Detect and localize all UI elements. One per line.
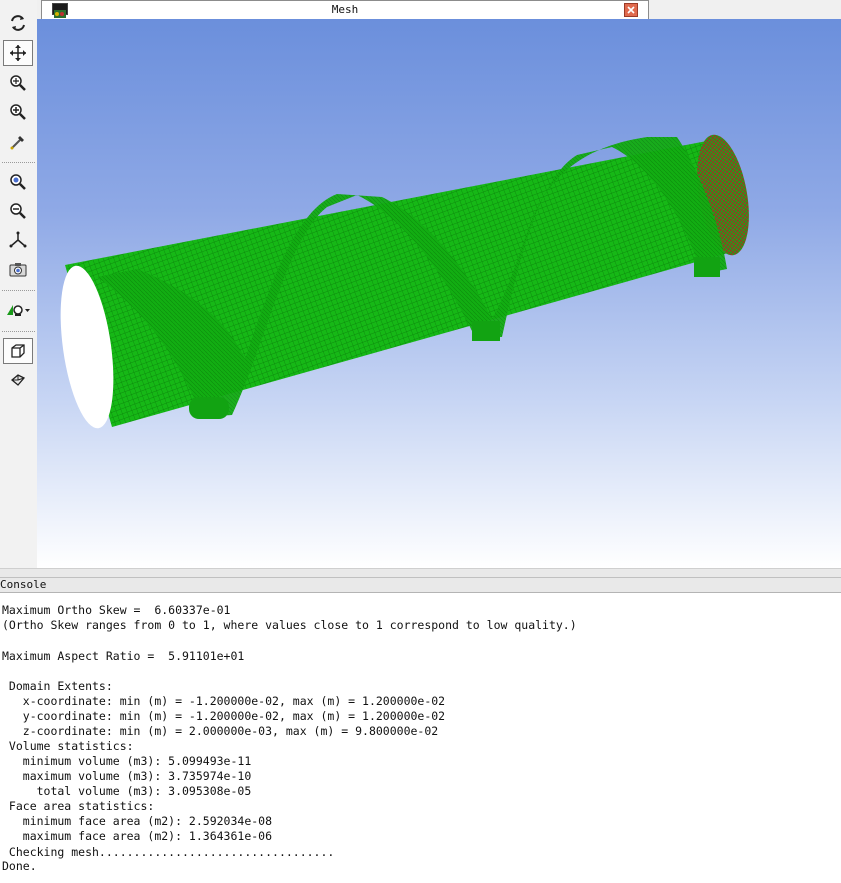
toolbar-separator: [2, 290, 35, 291]
zoom-to-area-icon: [10, 104, 26, 120]
helix-band-foot: [189, 397, 229, 419]
console-line: Checking mesh...........................…: [2, 845, 335, 859]
console-line: y-coordinate: min (m) = -1.200000e-02, m…: [2, 709, 446, 723]
console-line: x-coordinate: min (m) = -1.200000e-02, m…: [2, 694, 446, 708]
pan-icon: [10, 45, 26, 61]
close-icon: [627, 6, 635, 14]
tab-title: Mesh: [331, 3, 359, 16]
view-lights-dropdown[interactable]: [3, 297, 33, 323]
camera-button[interactable]: [3, 256, 33, 282]
zoom-in-out-icon: [10, 75, 26, 91]
zoom-fit-button[interactable]: [3, 169, 33, 195]
console-line: Maximum Ortho Skew = 6.60337e-01: [2, 603, 231, 617]
camera-icon: [9, 263, 27, 277]
console-line: maximum face area (m2): 1.364361e-06: [2, 829, 273, 843]
close-tab-button[interactable]: [624, 3, 638, 17]
console-output[interactable]: Maximum Ortho Skew = 6.60337e-01 (Ortho …: [0, 592, 841, 883]
console-line: minimum volume (m3): 5.099493e-11: [2, 754, 252, 768]
console-line: Maximum Aspect Ratio = 5.91101e+01: [2, 649, 245, 663]
rotate-button[interactable]: [3, 10, 33, 36]
rotate-icon: [11, 15, 25, 31]
zoom-out-icon: [10, 203, 26, 219]
graphics-viewport[interactable]: [37, 19, 841, 568]
console-line: (Ortho Skew ranges from 0 to 1, where va…: [2, 618, 577, 632]
toolbar-separator: [2, 331, 35, 332]
pan-button[interactable]: [3, 40, 33, 66]
box-select-icon: [11, 344, 25, 358]
zoom-fit-icon: [10, 174, 26, 190]
helix-band-foot: [472, 321, 500, 341]
console-line: Done.: [2, 859, 37, 873]
console-line: z-coordinate: min (m) = 2.000000e-03, ma…: [2, 724, 439, 738]
view-lights-icon: [7, 305, 30, 316]
console-line: Volume statistics:: [2, 739, 134, 753]
tab-mesh[interactable]: Mesh: [41, 0, 649, 19]
console-line: Domain Extents:: [2, 679, 113, 693]
zoom-to-area-button[interactable]: [3, 99, 33, 125]
box-shape-icon: [10, 374, 26, 386]
box-shape-button[interactable]: [3, 367, 33, 393]
helix-band-foot: [694, 257, 720, 277]
axes-icon: [9, 231, 27, 248]
console-line: Face area statistics:: [2, 799, 155, 813]
zoom-out-button[interactable]: [3, 198, 33, 224]
console-line: total volume (m3): 3.095308e-05: [2, 784, 252, 798]
console-line: maximum volume (m3): 3.735974e-10: [2, 769, 252, 783]
box-select-button[interactable]: [3, 338, 33, 364]
console-line: minimum face area (m2): 2.592034e-08: [2, 814, 273, 828]
view-tab-bar: Mesh: [37, 0, 841, 19]
console-header: Console: [0, 568, 841, 593]
mesh-render: [60, 134, 749, 429]
graphics-toolbar: [0, 0, 37, 568]
zoom-in-out-button[interactable]: [3, 70, 33, 96]
console-title: Console: [0, 578, 47, 591]
toolbar-separator: [2, 162, 35, 163]
select-probe-icon: [10, 136, 24, 150]
probe-button[interactable]: [3, 129, 33, 155]
axes-button[interactable]: [3, 227, 33, 253]
console-divider[interactable]: [0, 577, 841, 578]
